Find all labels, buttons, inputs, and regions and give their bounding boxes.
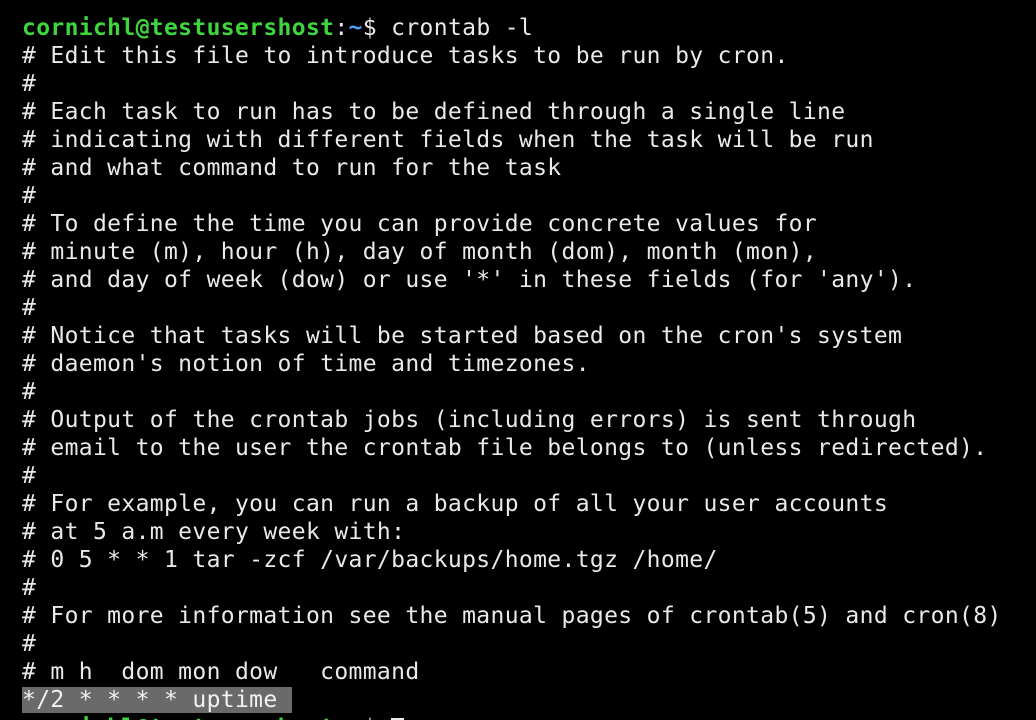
prompt-symbol: $ xyxy=(362,15,392,41)
output-line: # For more information see the manual pa… xyxy=(22,603,1002,629)
prompt-line-current[interactable]: cornichl@testusershost:~$ xyxy=(22,714,1002,720)
prompt-separator: : xyxy=(334,715,348,720)
output-line: # at 5 a.m every week with: xyxy=(22,519,406,545)
cron-entry-line[interactable]: */2 * * * * uptime xyxy=(22,686,1002,714)
prompt-symbol: $ xyxy=(363,715,391,720)
prompt-path: ~ xyxy=(348,15,363,41)
terminal-window[interactable]: cornichl@testusershost:~$ crontab -l # E… xyxy=(0,0,1036,720)
prompt-user-host: cornichl@testusershost xyxy=(22,715,334,720)
prompt-separator: : xyxy=(334,15,349,41)
output-line: # xyxy=(22,463,37,489)
output-line: # xyxy=(22,295,37,321)
output-line: # xyxy=(22,183,37,209)
output-line: # xyxy=(22,631,37,657)
output-line: # indicating with different fields when … xyxy=(22,127,874,153)
output-line: # email to the user the crontab file bel… xyxy=(22,435,988,461)
output-line: # For example, you can run a backup of a… xyxy=(22,491,889,517)
prompt-path: ~ xyxy=(349,715,363,720)
command-text: crontab -l xyxy=(391,15,534,41)
terminal-output: cornichl@testusershost:~$ crontab -l # E… xyxy=(22,14,1002,720)
output-line: # To define the time you can provide con… xyxy=(22,211,818,237)
prompt-line-command: cornichl@testusershost:~$ crontab -l xyxy=(22,14,1002,42)
output-line: # Each task to run has to be defined thr… xyxy=(22,99,846,125)
output-line: # m h dom mon dow command xyxy=(22,659,420,685)
output-line: # xyxy=(22,575,37,601)
output-line: # daemon's notion of time and timezones. xyxy=(22,351,590,377)
prompt-user-host: cornichl@testusershost xyxy=(22,15,335,41)
output-line: # xyxy=(22,71,37,97)
output-line: # Notice that tasks will be started base… xyxy=(22,323,903,349)
output-line: # xyxy=(22,379,37,405)
output-line: # Edit this file to introduce tasks to b… xyxy=(22,43,789,69)
output-line: # Output of the crontab jobs (including … xyxy=(22,407,917,433)
output-line: # and day of week (dow) or use '*' in th… xyxy=(22,267,917,293)
output-line: # 0 5 * * 1 tar -zcf /var/backups/home.t… xyxy=(22,547,718,573)
cron-entry-selected[interactable]: */2 * * * * uptime xyxy=(22,687,292,713)
output-line: # and what command to run for the task xyxy=(22,155,562,181)
output-line: # minute (m), hour (h), day of month (do… xyxy=(22,239,818,265)
